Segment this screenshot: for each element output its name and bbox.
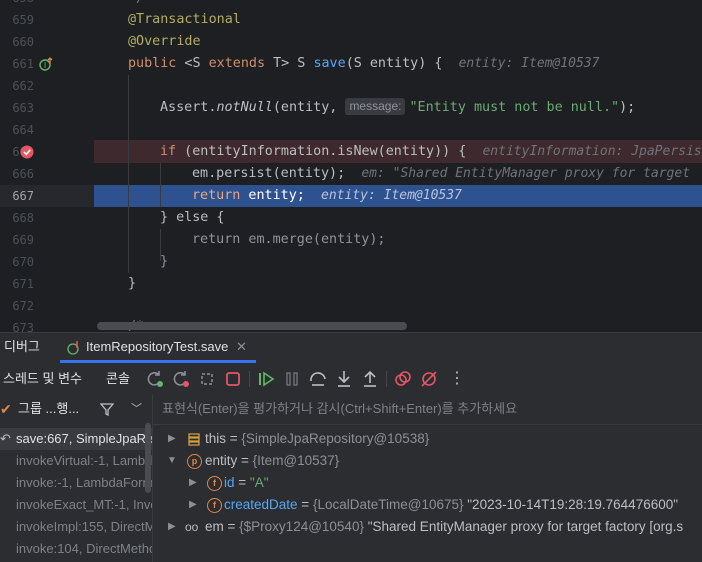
variables-panel: 표현식(Enter)을 평가하거나 감시(Ctrl+Shift+Enter)를 …	[153, 395, 702, 562]
method-signature: public <S extends T> S save(S entity) { …	[128, 56, 600, 71]
tab-threads-variables-label: 스레드 및 변수	[3, 371, 82, 386]
tab-console-label: 콘솔	[106, 371, 130, 386]
stack-frame[interactable]: invokeVirtual:-1, LambdaForm	[0, 450, 152, 472]
rerun-icon[interactable]	[145, 369, 165, 389]
thread-group-label: 그룹 ...행...	[18, 401, 80, 416]
collapse-arrow-icon: ▼	[167, 455, 177, 466]
rerun-failed-icon[interactable]	[171, 369, 191, 389]
frames-panel: ✔ 그룹 ...행... ﹀ ↶ save:667, SimpleJpaRepos…	[0, 395, 152, 562]
tab-run-config[interactable]: ItemRepositoryTest.save ✕	[60, 333, 256, 363]
inline-value-hint: entity: Item@10537	[321, 188, 462, 203]
stack-frame-label: invokeVirtual:-1, LambdaForm	[16, 453, 152, 468]
expand-arrow-icon: ▶	[189, 499, 197, 510]
toolbar-separator	[386, 371, 387, 387]
current-frame-icon: ↶	[0, 431, 11, 446]
thread-group-selector[interactable]: ✔ 그룹 ...행... ﹀	[0, 395, 152, 423]
chevron-down-icon[interactable]: ﹀	[131, 395, 142, 423]
tab-console[interactable]: 콘솔	[100, 363, 140, 395]
debug-tool-title: 디버그	[4, 339, 40, 354]
more-options-icon[interactable]: ⋮	[449, 363, 465, 395]
expand-arrow-icon: ▶	[189, 477, 197, 488]
tab-threads-variables[interactable]: 스레드 및 변수	[0, 363, 92, 395]
step-over-icon[interactable]	[308, 369, 328, 389]
close-icon[interactable]: ✕	[236, 333, 247, 361]
toolbar-separator	[249, 371, 250, 387]
tab-run-config-label: ItemRepositoryTest.save	[86, 339, 229, 354]
horizontal-scrollbar[interactable]	[97, 322, 407, 330]
evaluate-expression-input[interactable]: 표현식(Enter)을 평가하거나 감시(Ctrl+Shift+Enter)를 …	[162, 395, 517, 423]
return-statement-current: return entity; entity: Item@10537	[192, 188, 462, 203]
variable-row-em[interactable]: ▶ oo em = {$Proxy124@10540} "Shared Enti…	[153, 516, 702, 538]
line-number[interactable]: 662	[0, 75, 34, 97]
annotation-override: @Override	[128, 34, 201, 49]
debug-toolbar: 스레드 및 변수 콘솔 ⋮	[0, 363, 702, 395]
expand-arrow-icon: ▶	[168, 521, 176, 532]
watch-glasses-icon: oo	[185, 520, 199, 534]
stack-frame-label: save:667, SimpleJpaRepository	[16, 431, 152, 446]
resume-icon[interactable]	[256, 369, 276, 389]
test-config-icon	[67, 341, 79, 355]
closing-brace: }	[128, 276, 137, 291]
frames-scrollbar[interactable]	[145, 423, 151, 493]
stack-frame[interactable]: invokeExact_MT:-1, Invokers	[0, 494, 152, 516]
inline-value-hint: entityInformation: JpaPersis	[482, 144, 702, 159]
if-statement: if (entityInformation.isNew(entity)) { e…	[160, 144, 702, 159]
inline-value-hint: em: "Shared EntityManager proxy for targ…	[361, 166, 691, 181]
merge-statement: return em.merge(entity);	[192, 232, 386, 247]
stack-frame-label: invoke:-1, LambdaForm$MH	[16, 475, 152, 490]
mute-breakpoints-icon[interactable]	[419, 369, 439, 389]
stack-frame-label: invokeExact_MT:-1, Invokers	[16, 497, 152, 512]
field-list-icon	[188, 433, 200, 446]
stack-frame[interactable]: invoke:-1, LambdaForm$MH	[0, 472, 152, 494]
variable-row-this[interactable]: ▶ this = {SimpleJpaRepository@10538}	[153, 428, 702, 450]
debug-tab-bar: 디버그 ItemRepositoryTest.save ✕	[0, 333, 702, 363]
field-icon: f	[207, 476, 222, 491]
closing-brace: }	[160, 254, 169, 269]
field-icon: f	[207, 498, 222, 513]
annotation-transactional: @Transactional	[128, 12, 241, 27]
restart-icon[interactable]	[197, 369, 217, 389]
line-number[interactable]: 664	[0, 119, 34, 141]
assert-statement: Assert.notNull(entity, message: "Entity m…	[160, 98, 636, 115]
variable-row-id[interactable]: ▶ f id = "A"	[153, 472, 702, 494]
stack-frame[interactable]: ↶ save:667, SimpleJpaRepository	[0, 428, 152, 450]
else-branch: } else {	[160, 210, 225, 225]
variable-row-entity[interactable]: ▼ p entity = {Item@10537}	[153, 450, 702, 472]
view-breakpoints-icon[interactable]	[393, 369, 413, 389]
eval-divider	[153, 424, 702, 425]
expand-arrow-icon: ▶	[168, 433, 176, 444]
parameter-icon: p	[187, 454, 202, 469]
variable-row-createddate[interactable]: ▶ f createdDate = {LocalDateTime@10675} …	[153, 494, 702, 516]
step-out-icon[interactable]	[360, 369, 380, 389]
inline-value-hint: entity: Item@10537	[458, 56, 600, 71]
stack-frame-label: invokeImpl:155, DirectMethodHandleAccess…	[16, 519, 152, 534]
stack-frame[interactable]: invoke:104, DirectMethodHandleAccessor	[0, 538, 152, 560]
stop-icon[interactable]	[223, 369, 243, 389]
code-editor[interactable]: 6586596606616626636646656666676686696706…	[0, 0, 702, 332]
stack-frame[interactable]: invokeImpl:155, DirectMethodHandleAccess…	[0, 516, 152, 538]
persist-statement: em.persist(entity); em: "Shared EntityMa…	[192, 166, 691, 181]
step-into-icon[interactable]	[334, 369, 354, 389]
parameter-hint: message:	[345, 98, 406, 115]
filter-icon[interactable]	[100, 402, 114, 416]
line-number[interactable]: 672	[0, 295, 34, 317]
pause-icon[interactable]	[282, 369, 302, 389]
check-icon: ✔	[0, 401, 12, 417]
stack-frame-label: invoke:104, DirectMethodHandleAccessor	[16, 541, 152, 556]
